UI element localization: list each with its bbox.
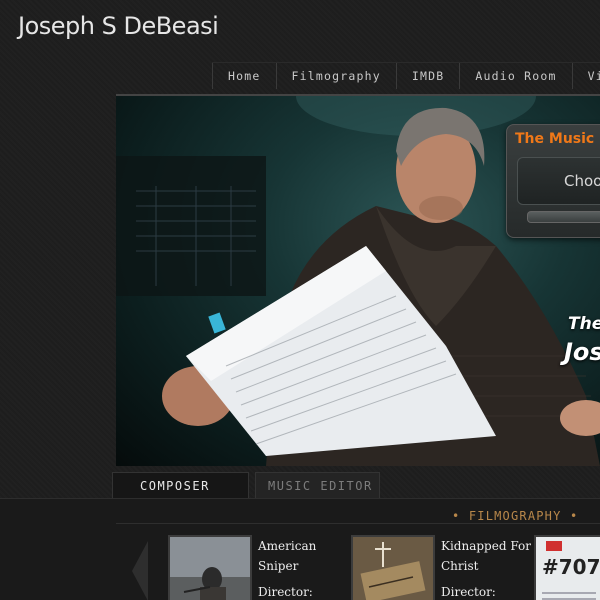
tab-composer[interactable]: COMPOSER bbox=[112, 472, 249, 499]
film-title[interactable]: American Sniper bbox=[258, 536, 348, 576]
nav-item-filmography[interactable]: Filmography bbox=[275, 63, 396, 89]
film-poster[interactable] bbox=[351, 535, 435, 600]
filmography-heading[interactable]: • FILMOGRAPHY • bbox=[450, 509, 581, 523]
nav-item-audio-room[interactable]: Audio Room bbox=[459, 63, 571, 89]
page: Joseph S DeBeasi Home Filmography IMDB A… bbox=[0, 0, 600, 600]
music-player-widget[interactable]: The Music Choos bbox=[506, 124, 600, 238]
music-widget-title: The Music bbox=[515, 131, 595, 147]
american-sniper-poster-image bbox=[170, 537, 250, 600]
hero-tagline-line1: The bbox=[568, 314, 600, 334]
poster-number-text: #707 bbox=[542, 555, 600, 579]
nav-item-videos[interactable]: Videos bbox=[571, 63, 600, 89]
main-nav: Home Filmography IMDB Audio Room Videos bbox=[212, 62, 600, 89]
site-title[interactable]: Joseph S DeBeasi bbox=[18, 12, 219, 40]
film-director-label: Director: bbox=[441, 585, 496, 599]
hero-tagline-line2: Jos bbox=[564, 338, 600, 366]
music-track-selector[interactable]: Choos bbox=[517, 157, 600, 205]
filmography-divider bbox=[116, 523, 600, 524]
film-director-label: Director: bbox=[258, 585, 313, 599]
choose-track-label: Choos bbox=[564, 172, 600, 190]
nav-item-imdb[interactable]: IMDB bbox=[395, 63, 460, 89]
music-progress-bar[interactable] bbox=[527, 211, 600, 223]
film-poster[interactable]: #707 bbox=[534, 535, 600, 600]
kidnapped-for-christ-poster-image bbox=[353, 537, 433, 600]
nav-item-home[interactable]: Home bbox=[212, 63, 276, 89]
tab-music-editor[interactable]: MUSIC EDITOR bbox=[255, 472, 380, 499]
film-title[interactable]: Kidnapped For Christ bbox=[441, 536, 531, 576]
role-tabs: COMPOSER MUSIC EDITOR bbox=[112, 472, 380, 499]
filmography-strip: • FILMOGRAPHY • American Sniper Director… bbox=[0, 498, 600, 600]
film-poster[interactable] bbox=[168, 535, 252, 600]
carousel-prev-arrow-icon[interactable] bbox=[132, 541, 148, 600]
hero-banner: The Music Choos The Jos bbox=[116, 94, 600, 466]
